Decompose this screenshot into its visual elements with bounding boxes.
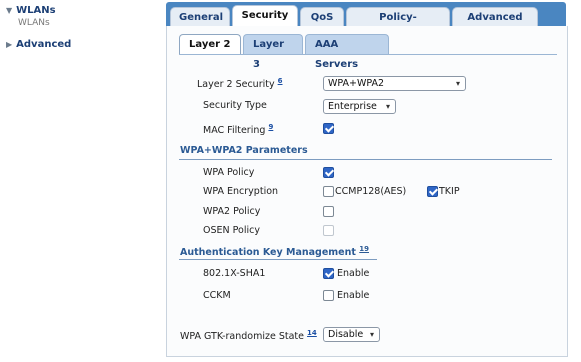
- layer2-security-label: Layer 2 Security 6: [197, 77, 283, 91]
- dot1x-enable-label: Enable: [337, 268, 370, 279]
- gtk-randomize-select[interactable]: Disable ▾: [323, 327, 380, 342]
- tkip-checkbox[interactable]: [427, 186, 438, 197]
- mac-filtering-label: MAC Filtering 9: [203, 123, 274, 137]
- section-divider: [179, 259, 377, 260]
- security-type-select[interactable]: Enterprise ▾: [323, 99, 396, 114]
- nav-advanced[interactable]: ▶ Advanced: [6, 39, 71, 50]
- subtab-layer3[interactable]: Layer 3: [243, 34, 303, 70]
- section-divider: [179, 159, 552, 160]
- tab-security[interactable]: Security: [232, 5, 298, 27]
- tab-bar: General Security QoS Policy-Mapping Adva…: [166, 2, 566, 42]
- help-link[interactable]: 19: [359, 245, 369, 253]
- tkip-label: TKIP: [439, 186, 460, 197]
- akm-heading: Authentication Key Management 19: [180, 245, 369, 259]
- wpa-params-heading: WPA+WPA2 Parameters: [180, 145, 308, 156]
- nav-wlans[interactable]: ▼ WLANs: [6, 5, 56, 16]
- cckm-enable-label: Enable: [337, 290, 370, 301]
- nav-advanced-label: Advanced: [16, 39, 72, 50]
- gtk-randomize-label: WPA GTK-randomize State 14: [180, 329, 317, 343]
- cckm-checkbox[interactable]: [323, 290, 334, 301]
- help-link[interactable]: 9: [268, 123, 273, 131]
- expand-right-icon: ▶: [6, 40, 13, 49]
- wpa2-policy-checkbox[interactable]: [323, 206, 334, 217]
- wpa-policy-label: WPA Policy: [203, 167, 255, 178]
- subtab-divider: [179, 54, 557, 55]
- wpa-encryption-label: WPA Encryption: [203, 186, 279, 197]
- nav-wlans-sub[interactable]: WLANs: [18, 18, 50, 28]
- ccmp-label: CCMP128(AES): [335, 186, 407, 197]
- layer2-security-select[interactable]: WPA+WPA2 ▾: [323, 76, 466, 91]
- cckm-label: CCKM: [203, 290, 231, 301]
- tab-general[interactable]: General: [170, 7, 230, 26]
- left-nav: ▼ WLANs WLANs ▶ Advanced: [0, 0, 155, 362]
- security-panel: Layer 2 Layer 3 AAA Servers Layer 2 Secu…: [166, 26, 568, 357]
- tab-policy-mapping[interactable]: Policy-Mapping: [346, 7, 450, 42]
- wpa2-policy-label: WPA2 Policy: [203, 206, 261, 217]
- subtab-aaa-servers[interactable]: AAA Servers: [305, 34, 389, 70]
- osen-policy-checkbox[interactable]: [323, 225, 334, 236]
- wpa-policy-checkbox[interactable]: [323, 167, 334, 178]
- mac-filtering-checkbox[interactable]: [323, 123, 334, 134]
- main-content: General Security QoS Policy-Mapping Adva…: [158, 0, 581, 362]
- tab-qos[interactable]: QoS: [300, 7, 344, 26]
- dot1x-sha1-checkbox[interactable]: [323, 268, 334, 279]
- expand-down-icon: ▼: [6, 6, 13, 15]
- help-link[interactable]: 6: [278, 77, 283, 85]
- tab-advanced[interactable]: Advanced: [452, 7, 538, 26]
- dot1x-sha1-label: 802.1X-SHA1: [203, 268, 266, 279]
- nav-wlans-label: WLANs: [16, 5, 56, 16]
- chevron-down-icon: ▾: [385, 102, 390, 111]
- subtab-layer2[interactable]: Layer 2: [179, 34, 241, 54]
- help-link[interactable]: 14: [307, 329, 317, 337]
- chevron-down-icon: ▾: [455, 79, 460, 88]
- osen-policy-label: OSEN Policy: [203, 225, 260, 236]
- ccmp-checkbox[interactable]: [323, 186, 334, 197]
- chevron-down-icon: ▾: [369, 330, 374, 339]
- security-type-label: Security Type: [203, 100, 267, 111]
